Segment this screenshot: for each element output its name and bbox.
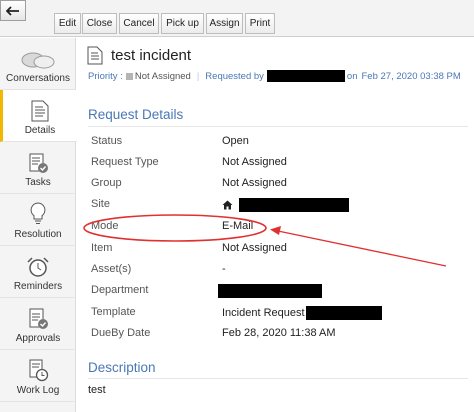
detail-row-mode: Mode E-Mail <box>91 220 461 238</box>
toolbar: Edit Close Cancel Pick up Assign Print <box>0 0 474 37</box>
template-suffix-redacted <box>305 306 382 320</box>
requested-on-label: on <box>346 70 358 82</box>
nav-label: Conversations <box>6 73 70 84</box>
tasks-checklist-icon <box>29 153 48 173</box>
detail-value: Not Assigned <box>222 177 287 189</box>
priority-value[interactable]: Not Assigned <box>135 71 191 82</box>
worklog-clock-icon <box>29 359 49 382</box>
request-details-heading: Request Details <box>88 107 184 122</box>
back-button[interactable] <box>0 0 26 21</box>
nav-label: Approvals <box>15 333 61 344</box>
nav-label: Reminders <box>13 281 63 292</box>
detail-label: DueBy Date <box>91 327 151 339</box>
detail-value: Open <box>222 135 249 147</box>
nav-reminders[interactable]: Reminders <box>0 246 76 298</box>
description-heading: Description <box>88 360 156 375</box>
detail-value: Incident Request <box>222 306 382 320</box>
detail-label: Request Type <box>91 156 159 168</box>
site-name-redacted <box>239 198 349 212</box>
detail-label: Asset(s) <box>91 263 132 275</box>
nav-approvals[interactable]: Approvals <box>0 298 76 350</box>
detail-row-site: Site <box>91 198 461 216</box>
detail-label: Template <box>91 306 136 318</box>
chat-bubbles-icon <box>21 52 55 69</box>
request-title-row: test incident <box>87 46 191 65</box>
pick-up-button[interactable]: Pick up <box>161 13 204 34</box>
edit-button[interactable]: Edit <box>54 13 81 34</box>
detail-label: Department <box>91 284 149 296</box>
request-meta: Priority : Not Assigned | Requested by o… <box>88 70 461 82</box>
detail-label: Status <box>91 135 123 147</box>
detail-value: - <box>222 263 226 275</box>
assign-button[interactable]: Assign <box>206 13 243 34</box>
nav-work-log[interactable]: Work Log <box>0 350 76 402</box>
nav-tasks[interactable]: Tasks <box>0 142 76 194</box>
nav-label: Resolution <box>14 229 62 240</box>
detail-label: Group <box>91 177 122 189</box>
meta-separator: | <box>196 70 200 82</box>
detail-value <box>222 198 349 212</box>
detail-row-department: Department <box>91 284 461 302</box>
description-text: test <box>88 384 106 396</box>
detail-value: Not Assigned <box>222 242 287 254</box>
close-button[interactable]: Close <box>82 13 117 34</box>
detail-row-status: Status Open <box>91 135 461 153</box>
arrow-left-icon <box>6 5 19 16</box>
template-name: Incident Request <box>222 307 305 319</box>
nav-conversations[interactable]: Conversations <box>0 38 76 90</box>
side-navigation: Conversations Details Tasks Resolution R… <box>0 38 77 412</box>
detail-value: Feb 28, 2020 11:38 AM <box>222 327 336 339</box>
request-title: test incident <box>111 47 192 64</box>
detail-row-item: Item Not Assigned <box>91 242 461 260</box>
detail-label: Site <box>91 198 110 210</box>
requested-by-label: Requested by <box>205 70 264 82</box>
divider <box>88 378 468 379</box>
lightbulb-icon <box>30 202 46 224</box>
detail-row-assets: Asset(s) - <box>91 263 461 281</box>
detail-label: Item <box>91 242 113 254</box>
print-button[interactable]: Print <box>245 13 275 34</box>
nav-label: Work Log <box>16 385 60 396</box>
request-detail-panel: test incident Priority : Not Assigned | … <box>77 38 474 412</box>
nav-label: Details <box>24 125 56 136</box>
nav-details[interactable]: Details <box>0 90 77 142</box>
nav-label: Tasks <box>25 177 51 188</box>
requester-name-redacted <box>266 70 345 82</box>
home-icon <box>222 200 233 210</box>
cancel-button[interactable]: Cancel <box>119 13 159 34</box>
detail-label: Mode <box>91 220 119 232</box>
detail-value: E-Mail <box>222 220 254 232</box>
detail-row-group: Group Not Assigned <box>91 177 461 195</box>
detail-value <box>218 284 322 298</box>
department-name-redacted <box>218 284 322 298</box>
nav-resolution[interactable]: Resolution <box>0 194 76 246</box>
detail-row-request-type: Request Type Not Assigned <box>91 156 461 174</box>
detail-value: Not Assigned <box>222 156 287 168</box>
detail-row-template: Template Incident Request <box>91 306 461 324</box>
details-document-icon <box>31 100 49 122</box>
alarm-clock-icon <box>27 257 49 277</box>
request-document-icon <box>87 46 103 65</box>
requested-date: Feb 27, 2020 03:38 PM <box>361 70 461 82</box>
priority-label: Priority : <box>88 70 123 82</box>
divider <box>88 126 468 127</box>
priority-indicator-icon <box>125 72 133 80</box>
detail-row-dueby-date: DueBy Date Feb 28, 2020 11:38 AM <box>91 327 461 345</box>
approval-clipboard-icon <box>29 308 48 329</box>
